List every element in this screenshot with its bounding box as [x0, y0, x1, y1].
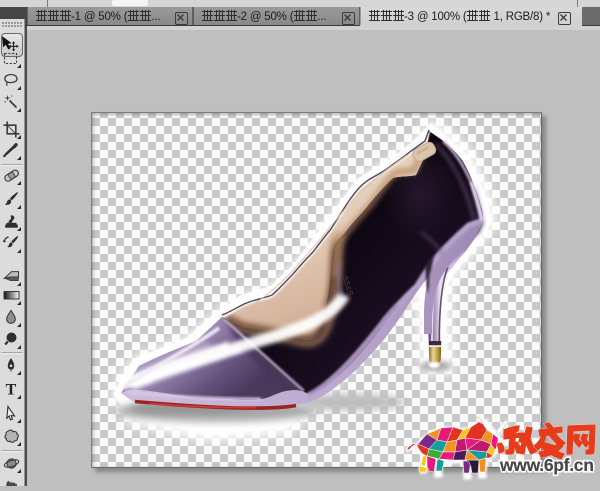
- svg-text:T: T: [6, 382, 17, 398]
- svg-text:www.6pf.cn: www.6pf.cn: [499, 455, 594, 475]
